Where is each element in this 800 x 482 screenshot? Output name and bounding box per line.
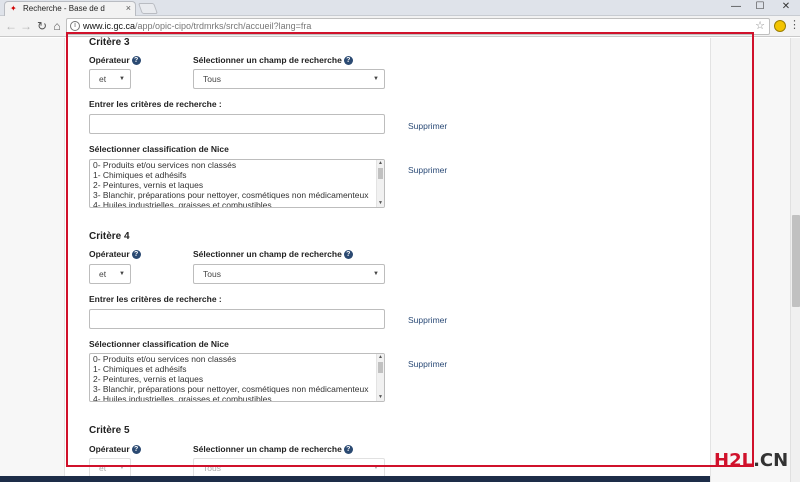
- os-taskbar: [0, 476, 710, 482]
- back-icon[interactable]: ←: [4, 19, 18, 33]
- search-field-select[interactable]: Tous ▼: [193, 69, 385, 89]
- search-field-label: Sélectionner un champ de recherche?: [193, 55, 353, 65]
- url-path: /app/opic-cipo/trdmrks/srch/accueil?lang…: [135, 21, 312, 31]
- list-item[interactable]: 1- Chimiques et adhésifs: [90, 364, 384, 374]
- list-item[interactable]: 0- Produits et/ou services non classés: [90, 354, 384, 364]
- list-item[interactable]: 3- Blanchir, préparations pour nettoyer,…: [90, 384, 384, 394]
- help-icon[interactable]: ?: [131, 56, 141, 65]
- browser-tab[interactable]: ✦ Recherche - Base de d ×: [4, 1, 136, 16]
- operator-select[interactable]: et ▼: [89, 264, 131, 284]
- list-item[interactable]: 4- Huiles industrielles, graisses et com…: [90, 394, 384, 401]
- list-scrollbar[interactable]: ▲ ▼: [376, 160, 384, 207]
- browser-toolbar: ← → ↻ ⌂ i www.ic.gc.ca/app/opic-cipo/trd…: [0, 16, 800, 37]
- search-field-label: Sélectionner un champ de recherche?: [193, 249, 353, 259]
- list-scrollbar[interactable]: ▲ ▼: [376, 354, 384, 401]
- criterion-4-title: Critère 4: [89, 231, 130, 242]
- help-icon[interactable]: ?: [131, 250, 141, 259]
- scroll-up-icon[interactable]: ▲: [377, 160, 384, 167]
- operator-select[interactable]: et ▼: [89, 458, 131, 478]
- nice-classification-list[interactable]: 0- Produits et/ou services non classés 1…: [89, 159, 385, 208]
- list-item[interactable]: 2- Peintures, vernis et laques: [90, 374, 384, 384]
- help-icon[interactable]: ?: [131, 445, 141, 454]
- extension-icon[interactable]: [774, 20, 786, 32]
- operator-label: Opérateur?: [89, 444, 141, 454]
- remove-criteria-link[interactable]: Supprimer: [408, 121, 447, 131]
- browser-menu-icon[interactable]: ⋮: [789, 19, 800, 31]
- maple-leaf-icon: ✦: [10, 4, 17, 13]
- chevron-down-icon: ▼: [119, 76, 125, 82]
- operator-label: Opérateur?: [89, 55, 141, 65]
- criterion-3-title: Critère 3: [89, 37, 130, 48]
- search-field-select[interactable]: Tous ▼: [193, 264, 385, 284]
- close-window-button[interactable]: ✕: [776, 0, 796, 14]
- site-info-icon[interactable]: i: [70, 21, 80, 31]
- list-item[interactable]: 0- Produits et/ou services non classés: [90, 160, 384, 170]
- scrollbar-thumb[interactable]: [792, 215, 800, 307]
- list-item[interactable]: 4- Huiles industrielles, graisses et com…: [90, 200, 384, 207]
- criterion-5-title: Critère 5: [89, 425, 130, 436]
- list-item[interactable]: 1- Chimiques et adhésifs: [90, 170, 384, 180]
- forward-icon[interactable]: →: [19, 19, 33, 33]
- tab-title: Recherche - Base de d: [23, 4, 105, 13]
- chevron-down-icon: ▼: [373, 271, 379, 277]
- address-bar[interactable]: i www.ic.gc.ca/app/opic-cipo/trdmrks/src…: [66, 18, 770, 35]
- search-field-select[interactable]: Tous ▼: [193, 458, 385, 478]
- help-icon[interactable]: ?: [343, 445, 353, 454]
- help-icon[interactable]: ?: [343, 250, 353, 259]
- reload-icon[interactable]: ↻: [35, 19, 49, 33]
- nice-classification-label: Sélectionner classification de Nice: [89, 339, 229, 349]
- chevron-down-icon: ▼: [373, 76, 379, 82]
- search-criteria-label: Entrer les critères de recherche :: [89, 294, 222, 304]
- search-field-label: Sélectionner un champ de recherche?: [193, 444, 353, 454]
- home-icon[interactable]: ⌂: [50, 19, 64, 33]
- tab-strip: ✦ Recherche - Base de d × — ☐ ✕: [0, 0, 800, 16]
- page-scrollbar[interactable]: [790, 38, 800, 482]
- url-host: www.ic.gc.ca: [83, 21, 136, 31]
- list-item[interactable]: 3- Blanchir, préparations pour nettoyer,…: [90, 190, 384, 200]
- chevron-down-icon: ▼: [119, 465, 125, 471]
- search-criteria-label: Entrer les critères de recherche :: [89, 99, 222, 109]
- remove-nice-link[interactable]: Supprimer: [408, 359, 447, 369]
- scroll-down-icon[interactable]: ▼: [377, 200, 384, 207]
- remove-nice-link[interactable]: Supprimer: [408, 165, 447, 175]
- new-tab-button[interactable]: [137, 3, 159, 14]
- scroll-down-icon[interactable]: ▼: [377, 394, 384, 401]
- list-item[interactable]: 2- Peintures, vernis et laques: [90, 180, 384, 190]
- remove-criteria-link[interactable]: Supprimer: [408, 315, 447, 325]
- bookmark-star-icon[interactable]: ☆: [755, 19, 765, 34]
- chevron-down-icon: ▼: [373, 465, 379, 471]
- tab-close-icon[interactable]: ×: [126, 2, 131, 15]
- search-criteria-input[interactable]: [89, 114, 385, 134]
- maximize-button[interactable]: ☐: [750, 0, 770, 14]
- nice-classification-label: Sélectionner classification de Nice: [89, 144, 229, 154]
- search-criteria-input[interactable]: [89, 309, 385, 329]
- nice-classification-list[interactable]: 0- Produits et/ou services non classés 1…: [89, 353, 385, 402]
- watermark-logo: H2L.CN: [714, 450, 789, 471]
- operator-select[interactable]: et ▼: [89, 69, 131, 89]
- minimize-button[interactable]: —: [726, 0, 746, 14]
- help-icon[interactable]: ?: [343, 56, 353, 65]
- chevron-down-icon: ▼: [119, 271, 125, 277]
- operator-label: Opérateur?: [89, 249, 141, 259]
- scroll-up-icon[interactable]: ▲: [377, 354, 384, 361]
